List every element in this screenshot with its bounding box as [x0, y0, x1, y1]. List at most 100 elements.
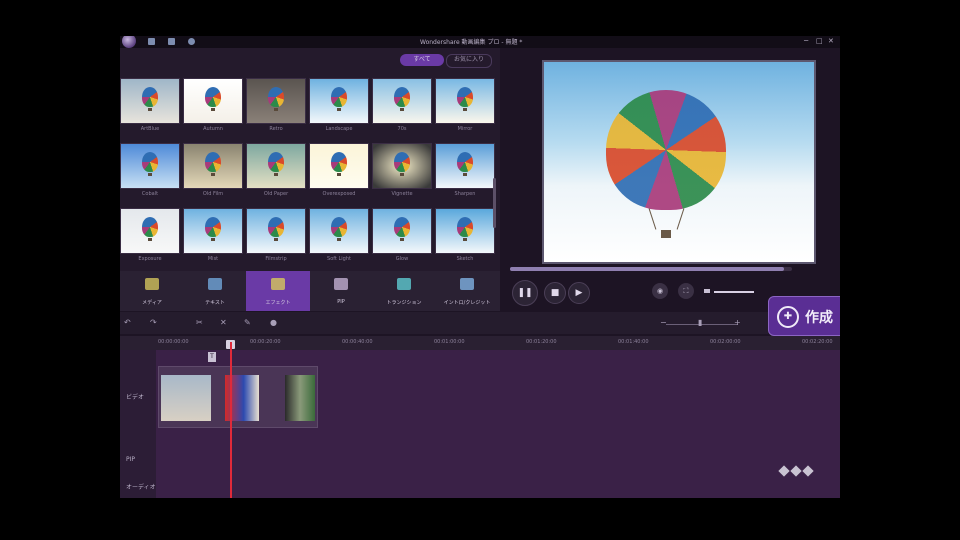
- pip-track-header: PIP: [120, 446, 156, 473]
- effect-thumbnail-label: Mist: [207, 256, 219, 262]
- effect-thumbnail[interactable]: [120, 78, 180, 124]
- pip-icon: [334, 278, 348, 290]
- video-clip[interactable]: [285, 375, 315, 421]
- category-tab-label: PIP: [337, 299, 345, 305]
- balloon-icon: [142, 87, 158, 107]
- effects-library: すべて お気に入り ArtBlue Autumn Retro Landscape 70s…: [120, 48, 500, 306]
- ruler-tick-label: 00:00:40:00: [342, 339, 373, 345]
- fullscreen-icon[interactable]: ⛶: [678, 283, 694, 299]
- stop-button[interactable]: ■: [544, 282, 566, 304]
- effect-thumbnail[interactable]: [435, 143, 495, 189]
- effect-thumbnail[interactable]: [435, 208, 495, 254]
- volume-slider[interactable]: [714, 291, 754, 293]
- effect-thumbnail-label: Autumn: [203, 126, 223, 132]
- effect-thumbnail[interactable]: [120, 143, 180, 189]
- category-tab-1[interactable]: テキスト: [183, 271, 247, 311]
- balloon-icon: [205, 152, 221, 172]
- effect-thumbnail-label: Vignette: [391, 191, 413, 197]
- effect-thumbnail[interactable]: [183, 143, 243, 189]
- effect-thumbnail[interactable]: [435, 78, 495, 124]
- effect-thumbnail[interactable]: [309, 78, 369, 124]
- balloon-icon: [457, 87, 473, 107]
- category-tab-4[interactable]: トランジション: [372, 271, 436, 311]
- maximize-button[interactable]: □: [816, 37, 823, 45]
- zoom-in-icon[interactable]: +: [734, 319, 742, 327]
- cut-icon[interactable]: ✂: [196, 319, 204, 327]
- balloon-icon: [331, 87, 347, 107]
- next-frame-button[interactable]: ▶: [568, 282, 590, 304]
- media-icon: [145, 278, 159, 290]
- effect-thumbnail[interactable]: [246, 143, 306, 189]
- volume-icon[interactable]: [704, 289, 710, 293]
- preview-basket: [661, 230, 671, 238]
- effect-thumbnail[interactable]: [183, 208, 243, 254]
- balloon-icon: [394, 217, 410, 237]
- pip-track-label: PIP: [126, 456, 136, 463]
- effect-thumbnail[interactable]: [309, 143, 369, 189]
- effect-thumbnail-label: ArtBlue: [140, 126, 160, 132]
- balloon-icon: [268, 217, 284, 237]
- balloon-icon: [205, 217, 221, 237]
- balloon-icon: [268, 152, 284, 172]
- timeline-tracks: ビデオ PIP オーディオ: [120, 350, 840, 498]
- redo-icon[interactable]: ↷: [150, 319, 158, 327]
- video-clip-strip[interactable]: [158, 366, 318, 428]
- balloon-icon: [142, 152, 158, 172]
- category-tab-label: イントロ/クレジット: [443, 300, 491, 306]
- ruler-tick-label: 00:00:00:00: [158, 339, 189, 345]
- app-logo: [122, 36, 136, 48]
- save-icon[interactable]: [148, 38, 155, 45]
- tab-all[interactable]: すべて: [400, 54, 444, 66]
- close-button[interactable]: ✕: [828, 37, 834, 45]
- effect-thumbnail[interactable]: [246, 78, 306, 124]
- title-bar: Wondershare 動画編集 プロ - 無題 * ─ □ ✕: [120, 36, 840, 48]
- text-marker[interactable]: T: [208, 352, 216, 362]
- video-clip[interactable]: [161, 375, 211, 421]
- audio-track-header: オーディオ: [120, 472, 156, 498]
- undo-icon[interactable]: [168, 38, 175, 45]
- category-tab-0[interactable]: メディア: [120, 271, 184, 311]
- balloon-icon: [457, 152, 473, 172]
- effect-thumbnail[interactable]: [372, 78, 432, 124]
- microphone-icon[interactable]: ●: [270, 319, 278, 327]
- category-tab-label: エフェクト: [265, 300, 291, 306]
- effect-thumbnail-label: Mirror: [457, 126, 473, 132]
- effect-thumbnail[interactable]: [309, 208, 369, 254]
- effect-thumbnail-label: Old Film: [202, 191, 224, 197]
- camera-icon[interactable]: ◉: [652, 283, 668, 299]
- effect-thumbnail-label: Landscape: [325, 126, 353, 132]
- category-tab-3[interactable]: PIP: [309, 271, 373, 311]
- ruler-tick-label: 00:00:20:00: [250, 339, 281, 345]
- pause-button[interactable]: ❚❚: [512, 280, 538, 306]
- effect-thumbnail[interactable]: [372, 143, 432, 189]
- minimize-button[interactable]: ─: [804, 37, 808, 45]
- category-tab-2[interactable]: エフェクト: [246, 271, 310, 311]
- preview-window: [542, 60, 816, 264]
- effect-thumbnail-label: Retro: [269, 126, 283, 132]
- zoom-handle[interactable]: ▮: [698, 319, 706, 327]
- tab-favorites[interactable]: お気に入り: [446, 54, 492, 68]
- edit-icon[interactable]: ✎: [244, 319, 252, 327]
- preview-progress-bar[interactable]: [510, 267, 792, 271]
- undo-icon[interactable]: ↶: [124, 319, 132, 327]
- ruler-tick-label: 00:02:00:00: [710, 339, 741, 345]
- effect-thumbnail[interactable]: [372, 208, 432, 254]
- playhead[interactable]: [230, 342, 232, 498]
- effect-thumbnail-label: Overexposed: [322, 191, 356, 197]
- category-tab-5[interactable]: イントロ/クレジット: [435, 271, 499, 311]
- effect-thumbnail-label: Exposure: [138, 256, 162, 262]
- effect-thumbnail-label: 70s: [397, 126, 407, 132]
- settings-icon[interactable]: [188, 38, 195, 45]
- effect-thumbnail[interactable]: [246, 208, 306, 254]
- library-scrollbar[interactable]: [493, 178, 496, 228]
- audio-track-label: オーディオ: [126, 484, 156, 491]
- zoom-out-icon[interactable]: −: [660, 319, 668, 327]
- effect-thumbnail-label: Sketch: [456, 256, 474, 262]
- effect-thumbnail[interactable]: [183, 78, 243, 124]
- balloon-icon: [394, 87, 410, 107]
- delete-icon[interactable]: ✕: [220, 319, 228, 327]
- balloon-icon: [331, 152, 347, 172]
- effect-thumbnail[interactable]: [120, 208, 180, 254]
- create-button[interactable]: ✚ 作成: [768, 296, 840, 336]
- wondershare-logo: [778, 464, 818, 478]
